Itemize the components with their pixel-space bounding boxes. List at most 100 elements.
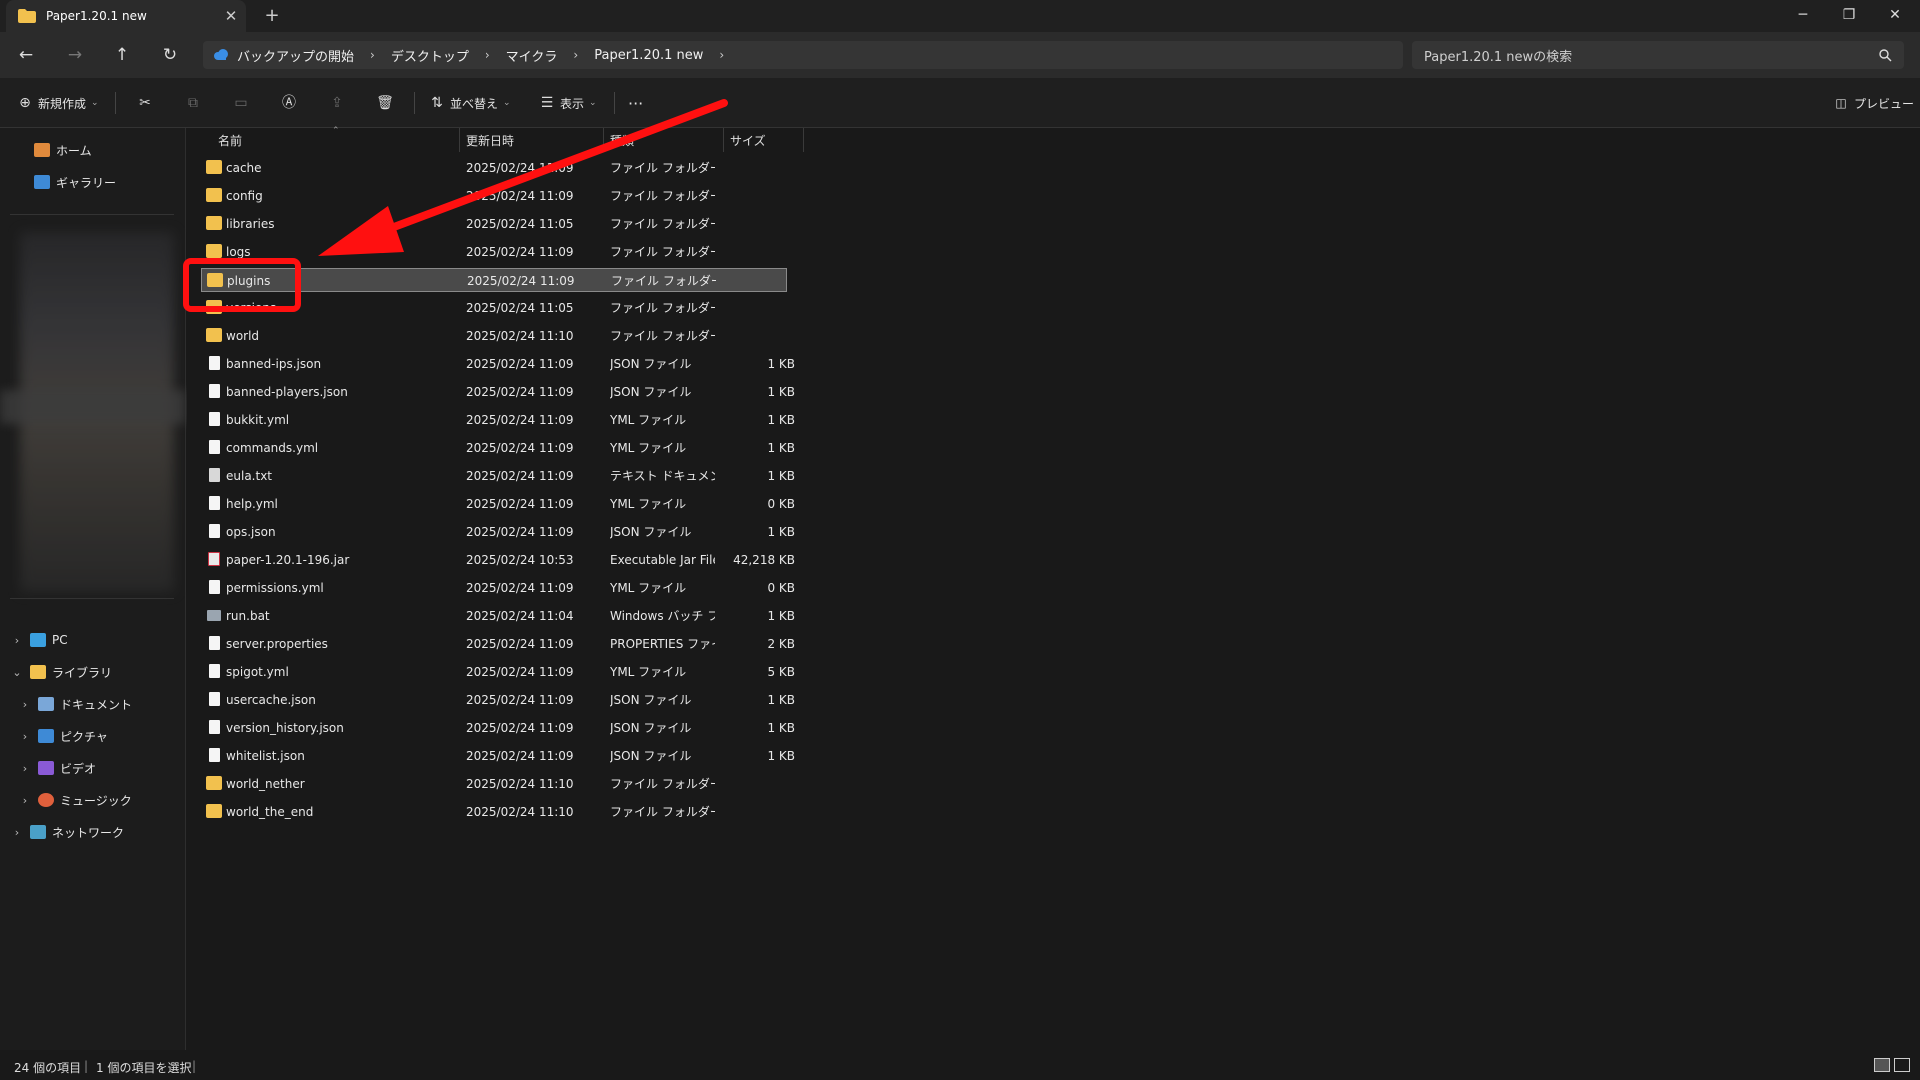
- column-separator[interactable]: [459, 128, 460, 152]
- file-date: 2025/02/24 11:10: [466, 777, 574, 791]
- file-date: 2025/02/24 11:09: [467, 274, 575, 288]
- file-date: 2025/02/24 10:53: [466, 553, 574, 567]
- file-icon: [209, 468, 220, 482]
- more-options-button[interactable]: ···: [628, 90, 643, 116]
- file-size: 1 KB: [767, 749, 795, 763]
- clipboard-icon: ▭: [234, 95, 248, 111]
- details-view-icon[interactable]: [1874, 1058, 1890, 1072]
- copy-button[interactable]: ⧉: [184, 90, 202, 116]
- table-row[interactable]: world_the_end 2025/02/24 11:10 ファイル フォルダー: [201, 800, 787, 824]
- table-row[interactable]: run.bat 2025/02/24 11:04 Windows バッチ ファ...…: [201, 604, 795, 628]
- close-tab-icon[interactable]: ✕: [216, 7, 246, 25]
- column-separator[interactable]: [603, 128, 604, 152]
- sidebar-item-library[interactable]: ⌄ ライブラリ: [10, 660, 112, 684]
- file-size: 1 KB: [767, 413, 795, 427]
- table-row[interactable]: commands.yml 2025/02/24 11:09 YML ファイル 1 KB: [201, 436, 795, 460]
- column-header-date[interactable]: 更新日時: [466, 128, 514, 152]
- delete-button[interactable]: 🗑: [376, 90, 394, 116]
- table-row[interactable]: paper-1.20.1-196.jar 2025/02/24 10:53 Exec…: [201, 548, 795, 572]
- chevron-right-icon[interactable]: ›: [719, 48, 724, 62]
- table-row[interactable]: version_history.json 2025/02/24 11:09 JSON…: [201, 716, 795, 740]
- search-input[interactable]: Paper1.20.1 newの検索: [1424, 46, 1879, 65]
- chevron-down-icon[interactable]: ⌄: [10, 666, 24, 679]
- file-icon: [209, 384, 220, 398]
- share-button[interactable]: ⇪: [328, 90, 346, 116]
- view-button[interactable]: ☰ 表示 ⌄: [538, 90, 597, 116]
- address-bar[interactable]: バックアップの開始 › デスクトップ › マイクラ › Paper1.20.1 …: [203, 41, 1403, 69]
- tab-active[interactable]: Paper1.20.1 new ✕: [6, 0, 246, 32]
- table-row[interactable]: spigot.yml 2025/02/24 11:09 YML ファイル 5 KB: [201, 660, 795, 684]
- new-tab-button[interactable]: +: [260, 4, 284, 28]
- paste-button[interactable]: ▭: [232, 90, 250, 116]
- file-size: [712, 269, 796, 293]
- table-row[interactable]: eula.txt 2025/02/24 11:09 テキスト ドキュメント 1 KB: [201, 464, 795, 488]
- refresh-button[interactable]: ↻: [156, 42, 184, 68]
- chevron-right-icon[interactable]: ›: [18, 762, 32, 775]
- table-row[interactable]: whitelist.json 2025/02/24 11:09 JSON ファイル 1…: [201, 744, 795, 768]
- forward-button[interactable]: →: [61, 42, 89, 68]
- close-window-button[interactable]: ✕: [1872, 0, 1918, 30]
- chevron-right-icon[interactable]: ›: [10, 634, 24, 647]
- search-box[interactable]: Paper1.20.1 newの検索: [1412, 41, 1904, 69]
- cut-button[interactable]: ✂: [136, 90, 154, 116]
- large-icons-view-icon[interactable]: [1894, 1058, 1910, 1072]
- table-row[interactable]: ops.json 2025/02/24 11:09 JSON ファイル 1 KB: [201, 520, 795, 544]
- file-type: YML ファイル: [610, 497, 687, 511]
- table-row[interactable]: banned-players.json 2025/02/24 11:09 JSON …: [201, 380, 795, 404]
- table-row[interactable]: config 2025/02/24 11:09 ファイル フォルダー: [201, 184, 787, 208]
- table-row[interactable]: cache 2025/02/24 11:09 ファイル フォルダー: [201, 156, 787, 180]
- column-header-type[interactable]: 種類: [610, 128, 634, 152]
- search-icon[interactable]: [1879, 48, 1892, 62]
- table-row[interactable]: libraries 2025/02/24 11:05 ファイル フォルダー: [201, 212, 787, 236]
- breadcrumb-backup[interactable]: バックアップの開始: [237, 46, 354, 65]
- copy-icon: ⧉: [188, 95, 198, 111]
- table-row[interactable]: server.properties 2025/02/24 11:09 PROPERT…: [201, 632, 795, 656]
- chevron-right-icon[interactable]: ›: [18, 698, 32, 711]
- file-type: JSON ファイル: [610, 357, 692, 371]
- table-row[interactable]: world 2025/02/24 11:10 ファイル フォルダー: [201, 324, 787, 348]
- sort-button[interactable]: ⇅ 並べ替え ⌄: [428, 90, 510, 116]
- file-date: 2025/02/24 11:10: [466, 329, 574, 343]
- sidebar-item-pictures[interactable]: › ピクチャ: [18, 724, 108, 748]
- file-name: help.yml: [226, 497, 278, 511]
- breadcrumb-current[interactable]: Paper1.20.1 new: [594, 48, 703, 63]
- table-row[interactable]: banned-ips.json 2025/02/24 11:09 JSON ファイル…: [201, 352, 795, 376]
- file-date: 2025/02/24 11:09: [466, 161, 574, 175]
- up-button[interactable]: ↑: [108, 42, 136, 68]
- breadcrumb-desktop[interactable]: デスクトップ: [391, 46, 469, 65]
- table-row[interactable]: help.yml 2025/02/24 11:09 YML ファイル 0 KB: [201, 492, 795, 516]
- chevron-right-icon[interactable]: ›: [10, 826, 24, 839]
- breadcrumb-minecraft[interactable]: マイクラ: [506, 46, 558, 65]
- column-separator[interactable]: [723, 128, 724, 152]
- sidebar-item-home[interactable]: ホーム: [34, 138, 92, 162]
- file-date: 2025/02/24 11:09: [466, 413, 574, 427]
- column-header-size[interactable]: サイズ: [730, 128, 766, 152]
- file-icon: [209, 412, 220, 426]
- table-row[interactable]: permissions.yml 2025/02/24 11:09 YML ファイル 0…: [201, 576, 795, 600]
- table-row[interactable]: world_nether 2025/02/24 11:10 ファイル フォルダー: [201, 772, 787, 796]
- new-button[interactable]: ⊕ 新規作成 ⌄: [16, 90, 98, 116]
- sidebar-item-music[interactable]: › ミュージック: [18, 788, 132, 812]
- chevron-right-icon[interactable]: ›: [18, 794, 32, 807]
- table-row[interactable]: usercache.json 2025/02/24 11:09 JSON ファイル 1…: [201, 688, 795, 712]
- sidebar-item-gallery[interactable]: ギャラリー: [34, 170, 116, 194]
- chevron-right-icon[interactable]: ›: [18, 730, 32, 743]
- preview-button[interactable]: ◫ プレビュー: [1832, 90, 1914, 116]
- folder-icon: [206, 244, 222, 258]
- sidebar-item-documents[interactable]: › ドキュメント: [18, 692, 132, 716]
- rename-button[interactable]: Ⓐ: [280, 90, 298, 116]
- sidebar-item-videos[interactable]: › ビデオ: [18, 756, 96, 780]
- file-date: 2025/02/24 11:09: [466, 469, 574, 483]
- minimize-button[interactable]: ─: [1780, 0, 1826, 30]
- table-row[interactable]: bukkit.yml 2025/02/24 11:09 YML ファイル 1 KB: [201, 408, 795, 432]
- chevron-right-icon: ›: [573, 48, 579, 62]
- sidebar-item-pc[interactable]: › PC: [10, 628, 68, 652]
- file-size: 42,218 KB: [733, 553, 795, 567]
- back-button[interactable]: ←: [12, 42, 40, 68]
- sidebar-item-network[interactable]: › ネットワーク: [10, 820, 124, 844]
- column-header-name[interactable]: 名前: [218, 128, 242, 152]
- divider: [115, 92, 116, 114]
- column-separator[interactable]: [803, 128, 804, 152]
- restore-button[interactable]: ❐: [1826, 0, 1872, 30]
- file-icon: [209, 664, 220, 678]
